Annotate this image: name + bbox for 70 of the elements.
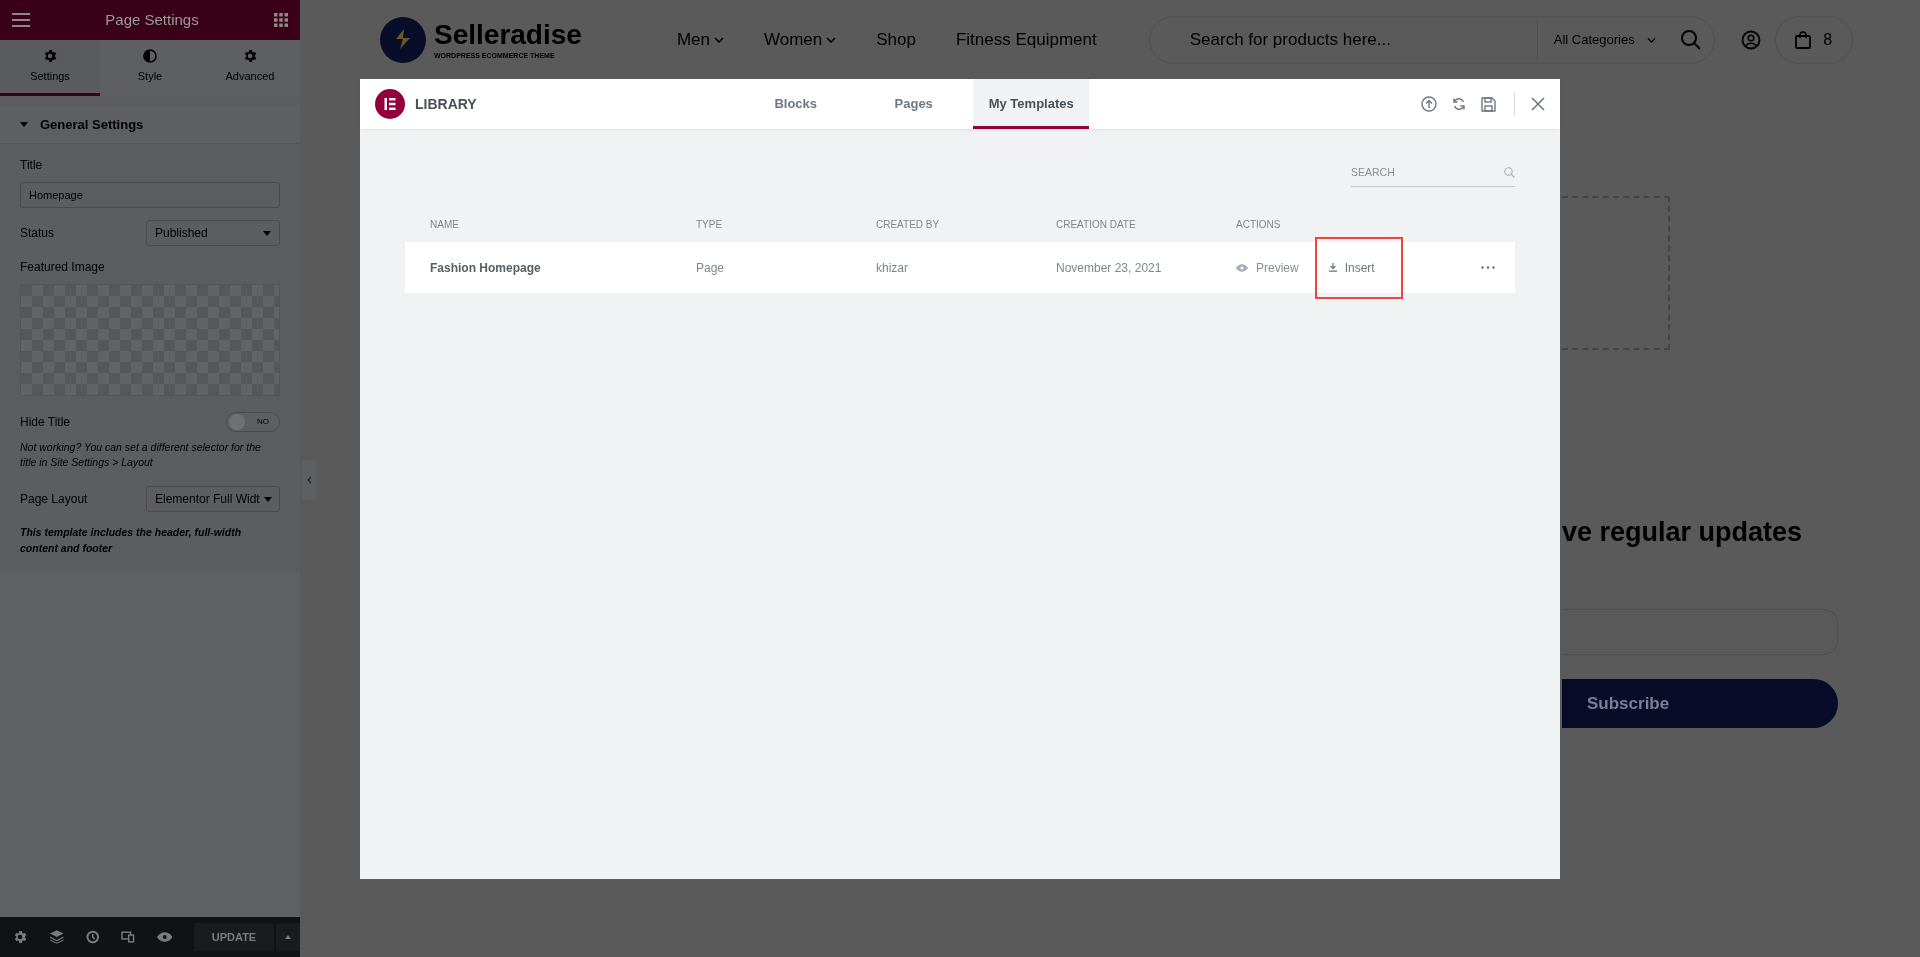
search-icon[interactable] (1679, 29, 1702, 51)
eye-icon[interactable] (156, 932, 172, 942)
logo-text[interactable]: Selleradise (434, 21, 582, 49)
library-tab[interactable]: Blocks (736, 79, 855, 129)
apps-grid-icon[interactable] (274, 13, 288, 27)
caret-icon (285, 935, 291, 939)
template-name: Fashion Homepage (430, 259, 542, 277)
chevron-down-icon (1646, 37, 1656, 43)
column-header: NAME (430, 218, 460, 232)
table-cell-text: khizar (876, 259, 909, 277)
field-label: Hide Title (20, 414, 71, 431)
chevron-left-icon (306, 476, 312, 484)
title-input[interactable]: Homepage (20, 182, 280, 208)
section-heading: ve regular updates (1562, 516, 1803, 549)
contrast-icon (142, 48, 158, 65)
layers-icon[interactable] (50, 930, 64, 944)
column-header: CREATED BY (876, 218, 941, 232)
history-icon[interactable] (85, 930, 100, 944)
settings-icon[interactable] (12, 929, 28, 945)
hint-text: Not working? You can set a different selector for the title in Site Settings > Layout (20, 440, 262, 470)
subscribe-button[interactable]: Subscribe (1562, 679, 1838, 728)
chevron-down-icon (713, 37, 724, 43)
search-field[interactable]: SEARCH (1351, 159, 1515, 187)
responsive-icon[interactable] (121, 931, 135, 943)
hint-text: This template includes the header, full-width content and footer (20, 525, 243, 556)
more-icon[interactable] (1481, 266, 1495, 269)
category-select[interactable]: All Categories (1536, 20, 1664, 60)
caret-icon (263, 230, 271, 236)
nav-link[interactable]: Men (676, 27, 724, 53)
chevron-down-icon (826, 37, 837, 43)
gear-icon (242, 48, 258, 65)
search-icon (1504, 167, 1515, 178)
account-icon[interactable] (1740, 30, 1761, 50)
close-icon[interactable] (1531, 97, 1545, 111)
download-icon (1328, 263, 1337, 272)
panel-tab[interactable]: Settings (0, 40, 100, 96)
field-label: Page Layout (20, 491, 88, 508)
library-tab[interactable]: My Templates (972, 79, 1089, 129)
toggle-switch[interactable]: NO (226, 412, 280, 432)
table-cell-text: November 23, 2021 (1056, 259, 1163, 277)
field-label: Featured Image (20, 259, 106, 276)
save-icon[interactable] (1481, 96, 1496, 112)
caret-icon (20, 122, 28, 127)
update-button[interactable]: UPDATE (194, 923, 274, 951)
logo-icon[interactable] (380, 17, 426, 63)
eye-icon (1236, 263, 1248, 272)
preview-button[interactable]: Preview (1236, 258, 1299, 277)
caret-icon (263, 496, 272, 502)
column-header: CREATION DATE (1056, 218, 1137, 232)
status-select[interactable]: Published (146, 220, 280, 246)
modal-title: LIBRARY (415, 94, 477, 114)
nav-link[interactable]: Fitness Equipment (955, 27, 1097, 53)
field-label: Status (20, 225, 55, 242)
layout-select[interactable]: Elementor Full Widt (146, 486, 280, 512)
gear-icon (42, 48, 58, 65)
library-tab[interactable]: Pages (854, 79, 973, 129)
panel-title: Page Settings (105, 9, 199, 30)
sync-icon[interactable] (1451, 96, 1467, 112)
nav-link[interactable]: Shop (876, 27, 916, 53)
field-label: Title (20, 157, 44, 174)
collapse-handle[interactable] (302, 460, 316, 500)
column-header: TYPE (696, 218, 724, 232)
column-header: ACTIONS (1236, 218, 1282, 232)
upload-icon[interactable] (1421, 96, 1437, 112)
logo-icon (375, 89, 405, 119)
menu-icon[interactable] (12, 13, 30, 27)
table-cell-text: Page (696, 259, 726, 277)
nav-link[interactable]: Women (763, 27, 837, 53)
bag-icon (1795, 31, 1812, 49)
insert-button[interactable]: Insert (1314, 236, 1403, 299)
